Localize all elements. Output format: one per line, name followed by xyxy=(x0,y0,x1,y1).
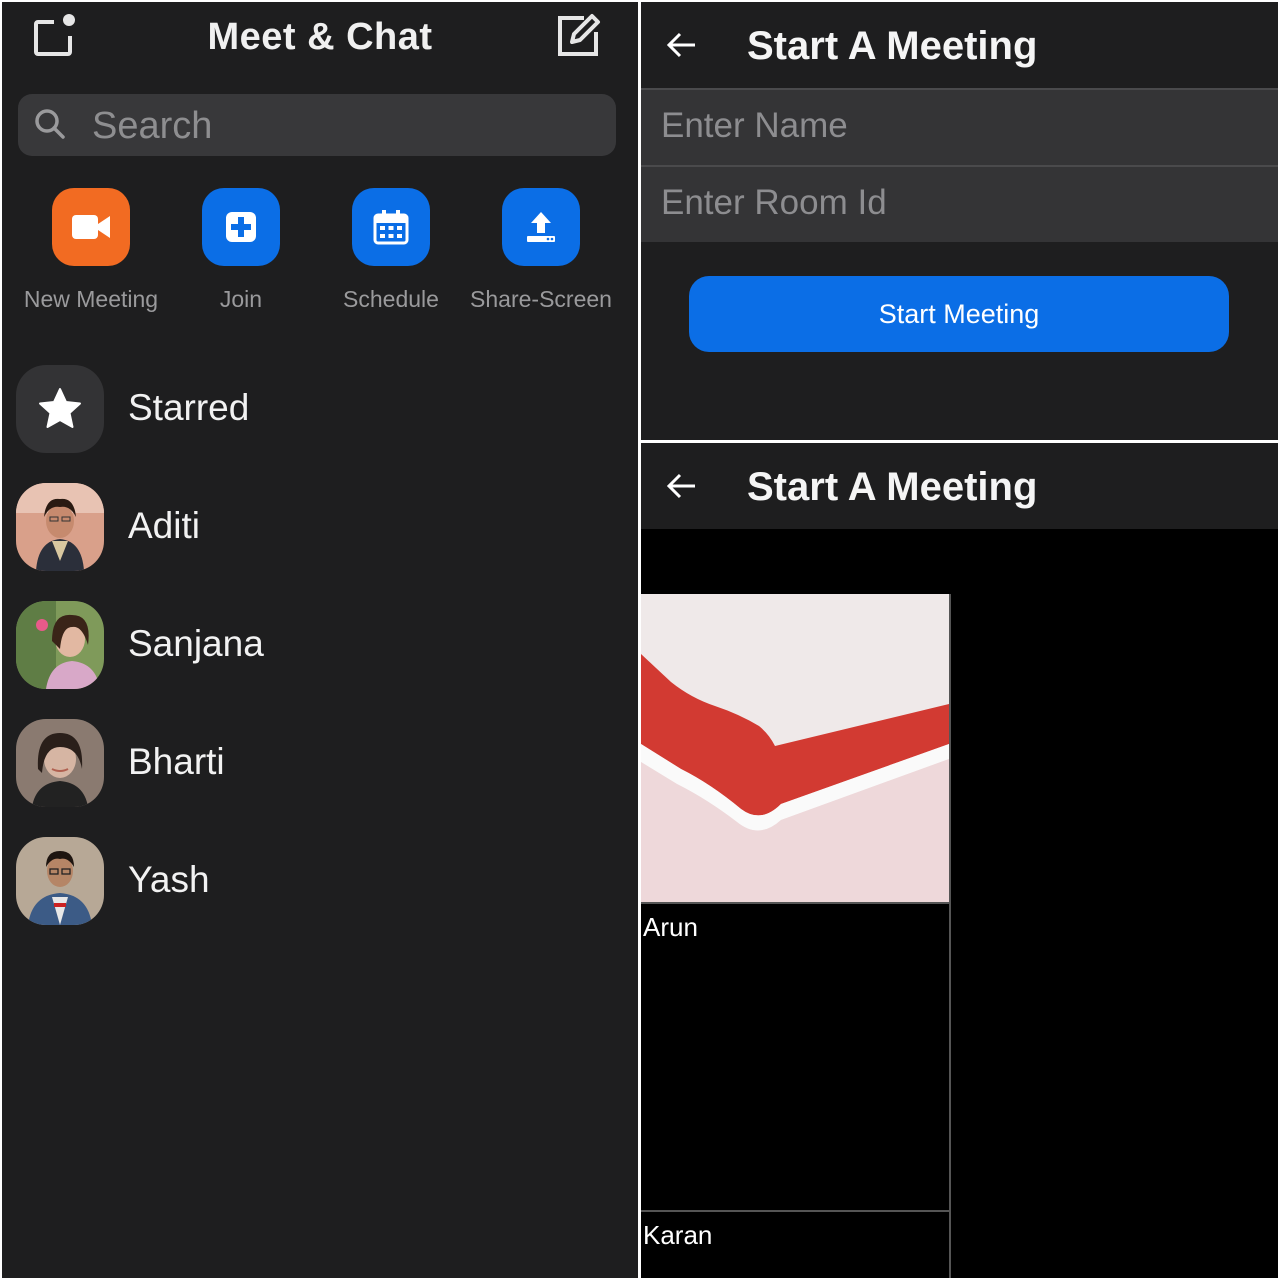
video-camera-icon xyxy=(72,215,110,239)
new-meeting-action[interactable]: New Meeting xyxy=(16,188,166,313)
schedule-action[interactable]: Schedule xyxy=(316,188,466,313)
search-bar[interactable] xyxy=(18,94,616,156)
list-item-starred[interactable]: Starred xyxy=(16,365,616,455)
join-button[interactable] xyxy=(202,188,280,266)
list-item-sanjana[interactable]: Sanjana xyxy=(16,601,616,691)
meet-chat-screen: Meet & Chat New Meeting xyxy=(2,2,638,1278)
join-action[interactable]: Join xyxy=(166,188,316,313)
start-meeting-button[interactable]: Start Meeting xyxy=(689,276,1229,352)
schedule-button[interactable] xyxy=(352,188,430,266)
avatar xyxy=(16,837,104,925)
search-input[interactable] xyxy=(90,100,594,152)
room-id-input[interactable] xyxy=(659,167,1263,239)
contact-name: Yash xyxy=(128,859,210,900)
name-field[interactable] xyxy=(641,88,1278,165)
avatar xyxy=(16,483,104,571)
participant-name: Arun xyxy=(643,912,698,942)
list-item-aditi[interactable]: Aditi xyxy=(16,483,616,573)
back-arrow-icon[interactable] xyxy=(665,469,699,503)
share-screen-label: Share-Screen xyxy=(470,286,612,312)
share-screen-button[interactable] xyxy=(502,188,580,266)
name-input[interactable] xyxy=(659,90,1263,162)
start-meeting-form-screen: Start A Meeting Start Meeting xyxy=(641,2,1278,440)
page-title: Start A Meeting xyxy=(747,24,1038,68)
participant-video-tile[interactable] xyxy=(641,594,951,902)
calendar-icon xyxy=(373,210,409,245)
share-screen-action[interactable]: Share-Screen xyxy=(466,188,616,313)
join-label: Join xyxy=(219,286,263,312)
contact-name: Starred xyxy=(128,387,250,428)
avatar xyxy=(16,719,104,807)
list-item-yash[interactable]: Yash xyxy=(16,837,616,927)
meeting-view-screen: Start A Meeting Arun Karan xyxy=(641,443,1278,1278)
new-meeting-button[interactable] xyxy=(52,188,130,266)
new-meeting-label: New Meeting xyxy=(23,286,159,312)
upload-icon xyxy=(527,212,555,242)
app-bar: Start A Meeting xyxy=(641,2,1278,88)
avatar xyxy=(16,601,104,689)
contact-name: Bharti xyxy=(128,741,225,782)
participant-tile-arun[interactable]: Arun xyxy=(641,902,951,1214)
contact-name: Sanjana xyxy=(128,623,264,664)
back-arrow-icon[interactable] xyxy=(665,28,699,62)
contact-name: Aditi xyxy=(128,505,200,546)
video-feed xyxy=(641,594,949,902)
search-icon xyxy=(35,109,65,139)
room-id-field[interactable] xyxy=(641,165,1278,242)
participant-name: Karan xyxy=(643,1220,713,1250)
star-icon xyxy=(39,388,81,428)
participant-tile-karan[interactable]: Karan xyxy=(641,1210,951,1278)
starred-avatar xyxy=(16,365,104,453)
app-bar: Start A Meeting xyxy=(641,443,1278,529)
page-title: Start A Meeting xyxy=(747,465,1038,509)
schedule-label: Schedule xyxy=(343,286,439,312)
list-item-bharti[interactable]: Bharti xyxy=(16,719,616,809)
compose-icon[interactable] xyxy=(554,12,602,60)
plus-square-icon xyxy=(226,212,256,242)
app-title: Meet & Chat xyxy=(207,16,433,58)
